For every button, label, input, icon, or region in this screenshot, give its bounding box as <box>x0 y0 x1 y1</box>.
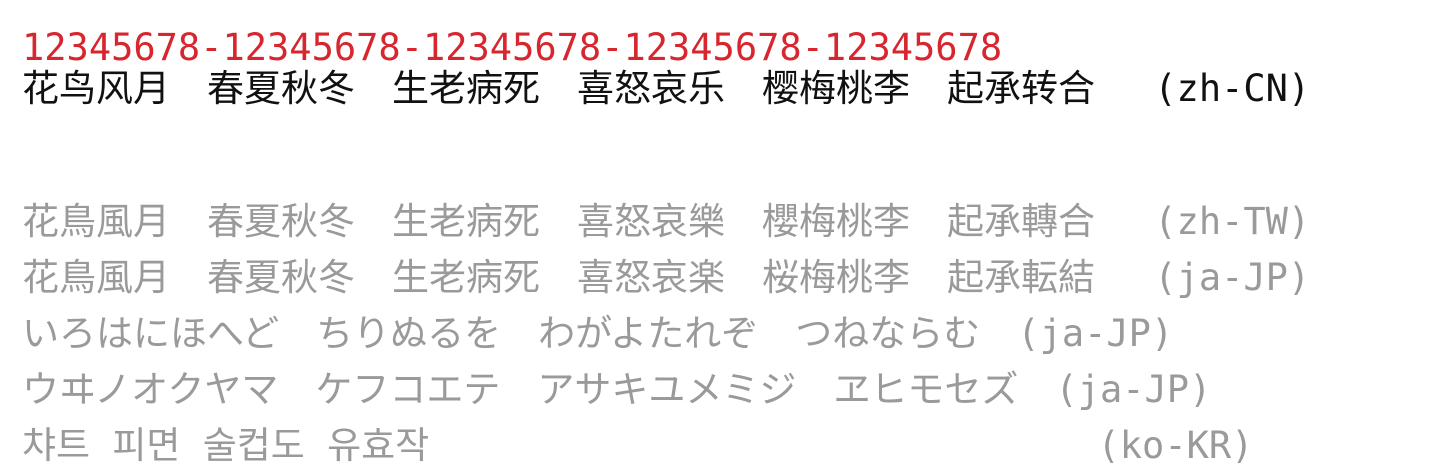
ruler-line: 12345678-12345678-12345678-12345678-1234… <box>22 26 1003 69</box>
ja-jp-kanji-line: 花鳥風月 春夏秋冬 生老病死 喜怒哀楽 桜梅桃李 起承転結 (ja-JP) <box>22 256 1311 299</box>
ja-jp-katakana-line: ウヰノオクヤマ ケフコエテ アサキユメミジ ヱヒモセズ (ja-JP) <box>22 368 1212 411</box>
zh-tw-line: 花鳥風月 春夏秋冬 生老病死 喜怒哀樂 櫻梅桃李 起承轉合 (zh-TW) <box>22 200 1311 243</box>
text-sample-sheet: 12345678-12345678-12345678-12345678-1234… <box>22 26 1422 476</box>
zh-cn-line: 花鸟风月 春夏秋冬 生老病死 喜怒哀乐 樱梅桃李 起承转合 (zh-CN) <box>22 67 1311 110</box>
ja-jp-hiragana-line: いろはにほへど ちりぬるを わがよたれぞ つねならむ (ja-JP) <box>22 312 1174 355</box>
